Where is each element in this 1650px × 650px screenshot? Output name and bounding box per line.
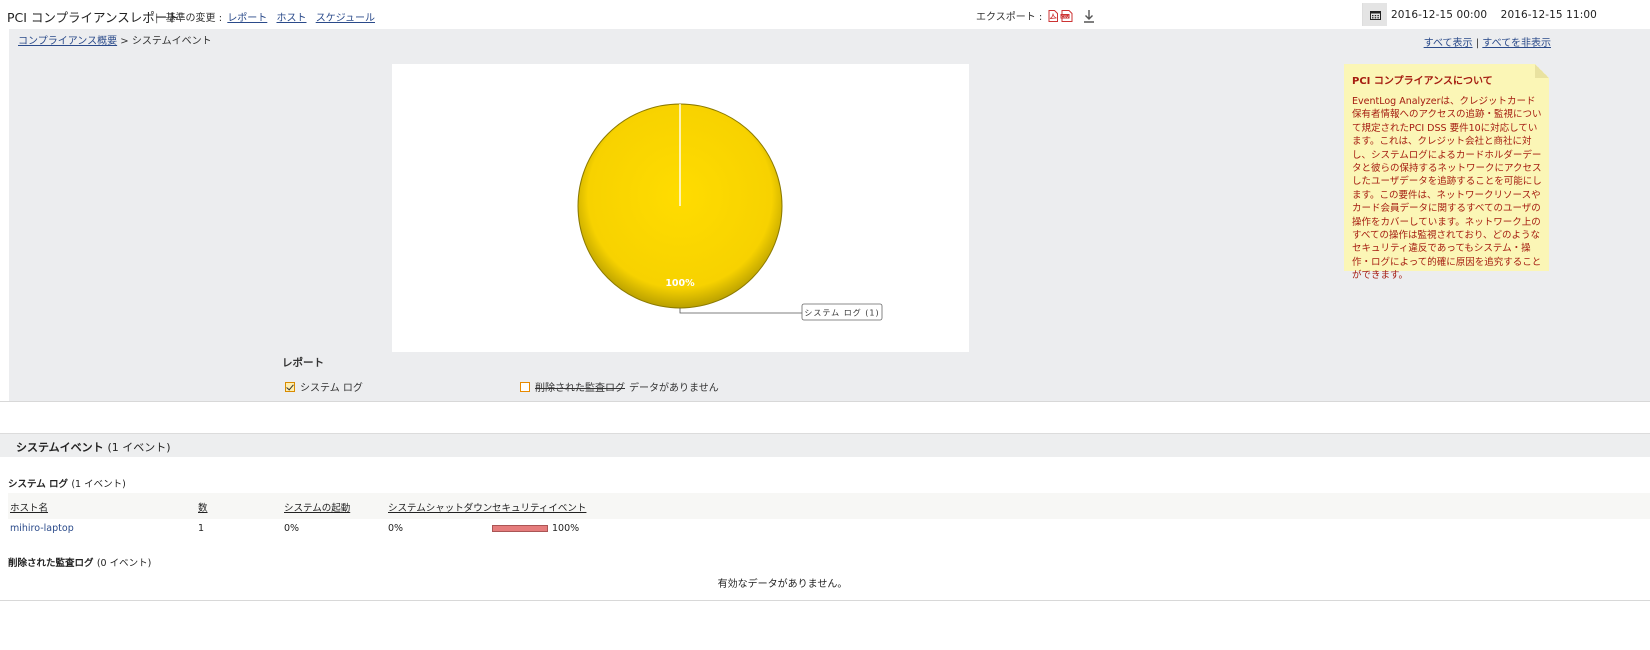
section-event-count: (1 イベント) xyxy=(107,441,171,454)
security-progress-bar xyxy=(492,525,548,532)
title-divider: | xyxy=(155,13,159,24)
criteria-link-schedule[interactable]: スケジュール xyxy=(316,13,375,24)
shutdown-cell: 0% xyxy=(388,523,404,534)
date-end: 2016-12-15 11:00 xyxy=(1500,8,1597,21)
date-range-picker[interactable]: 2016-12-15 00:00 2016-12-15 11:00 xyxy=(1362,3,1597,26)
pci-info-note: PCI コンプライアンスについて EventLog Analyzerは、クレジッ… xyxy=(1344,64,1549,281)
table-row: mihiro-laptop 1 0% 0% 100% xyxy=(8,519,1650,539)
date-start: 2016-12-15 00:00 xyxy=(1391,8,1488,21)
expand-toggles: すべて表示 | すべてを非表示 xyxy=(1424,34,1551,49)
chart-panel: コンプライアンス概要 > システムイベント すべて表示 | すべてを非表示 10… xyxy=(9,29,1650,401)
section-title: システムイベント (1 イベント) xyxy=(16,439,171,455)
svg-text:CSV: CSV xyxy=(1061,13,1069,18)
column-header-count[interactable]: 数 xyxy=(198,500,208,514)
legend-label-syslog: システム ログ xyxy=(300,383,363,394)
criteria-link-host[interactable]: ホスト xyxy=(277,13,307,24)
criteria-label: 基準の変更 : xyxy=(165,13,223,24)
table-header: ホスト名 数 システムの起動 システムシャットダウン セキュリティイベント xyxy=(8,493,1650,519)
pie-data-label: 100% xyxy=(665,278,695,289)
pdf-export-icon[interactable] xyxy=(1048,9,1059,22)
column-header-security[interactable]: セキュリティイベント xyxy=(492,500,586,514)
breadcrumb-root-link[interactable]: コンプライアンス概要 xyxy=(18,36,117,47)
deleted-audit-subtitle: 削除された監査ログ (0 イベント) xyxy=(8,555,151,569)
deleted-audit-title: 削除された監査ログ xyxy=(8,558,94,569)
legend-checkbox-deleted-audit[interactable] xyxy=(520,381,530,392)
legend-label-deleted-audit: 削除された監査ログ xyxy=(535,383,625,394)
csv-export-icon[interactable]: CSV xyxy=(1060,9,1073,22)
pie-chart: 100% システム ログ (1) xyxy=(392,64,969,352)
startup-cell: 0% xyxy=(284,523,300,534)
section-title-text: システムイベント xyxy=(16,441,104,454)
hide-all-link[interactable]: すべてを非表示 xyxy=(1482,38,1551,49)
legend-nodata-deleted-audit: データがありません xyxy=(629,383,719,394)
section-header: システムイベント (1 イベント) xyxy=(0,433,1650,457)
date-range-text: 2016-12-15 00:00 2016-12-15 11:00 xyxy=(1387,9,1597,21)
criteria-bar: | 基準の変更 : レポート ホスト スケジュール xyxy=(155,9,375,24)
download-icon[interactable] xyxy=(1083,9,1095,23)
section-spacer xyxy=(0,401,1650,433)
syslog-title: システム ログ xyxy=(8,479,69,490)
no-data-message: 有効なデータがありません。 xyxy=(717,579,848,590)
syslog-count: (1 イベント) xyxy=(71,479,126,490)
criteria-link-report[interactable]: レポート xyxy=(227,13,267,24)
column-header-startup[interactable]: システムの起動 xyxy=(284,500,350,514)
export-bar: エクスポート : CSV xyxy=(976,8,1095,23)
security-cell: 100% xyxy=(552,523,580,534)
legend-item-deleted-audit[interactable]: 削除された監査ログ データがありません xyxy=(520,379,719,394)
breadcrumb: コンプライアンス概要 > システムイベント xyxy=(18,32,212,47)
callout-leader-line xyxy=(679,308,802,314)
calendar-icon[interactable] xyxy=(1363,3,1387,26)
security-progress-fill xyxy=(493,526,547,531)
breadcrumb-current: システムイベント xyxy=(131,36,212,47)
report-legend-title: レポート xyxy=(282,357,324,369)
column-header-shutdown[interactable]: システムシャットダウン xyxy=(388,500,492,514)
column-header-host[interactable]: ホスト名 xyxy=(10,500,48,514)
breadcrumb-separator: > xyxy=(120,36,129,47)
legend-checkbox-syslog[interactable] xyxy=(285,381,295,392)
deleted-audit-count: (0 イベント) xyxy=(96,558,152,569)
syslog-subtitle: システム ログ (1 イベント) xyxy=(8,476,126,490)
note-body: EventLog Analyzerは、クレジットカード保有者情報へのアクセスの追… xyxy=(1352,96,1542,282)
page-title: PCI コンプライアンスレポート xyxy=(7,10,180,25)
show-all-link[interactable]: すべて表示 xyxy=(1424,38,1473,49)
top-bar: PCI コンプライアンスレポート | 基準の変更 : レポート ホスト スケジュ… xyxy=(0,0,1650,30)
bottom-divider xyxy=(0,600,1650,601)
note-title: PCI コンプライアンスについて xyxy=(1352,76,1493,87)
toggle-divider: | xyxy=(1475,38,1480,49)
export-label: エクスポート : xyxy=(976,12,1043,23)
host-link[interactable]: mihiro-laptop xyxy=(10,523,74,534)
callout-label: システム ログ (1) xyxy=(804,308,879,318)
legend-item-syslog[interactable]: システム ログ xyxy=(285,379,363,394)
count-cell: 1 xyxy=(198,523,205,534)
